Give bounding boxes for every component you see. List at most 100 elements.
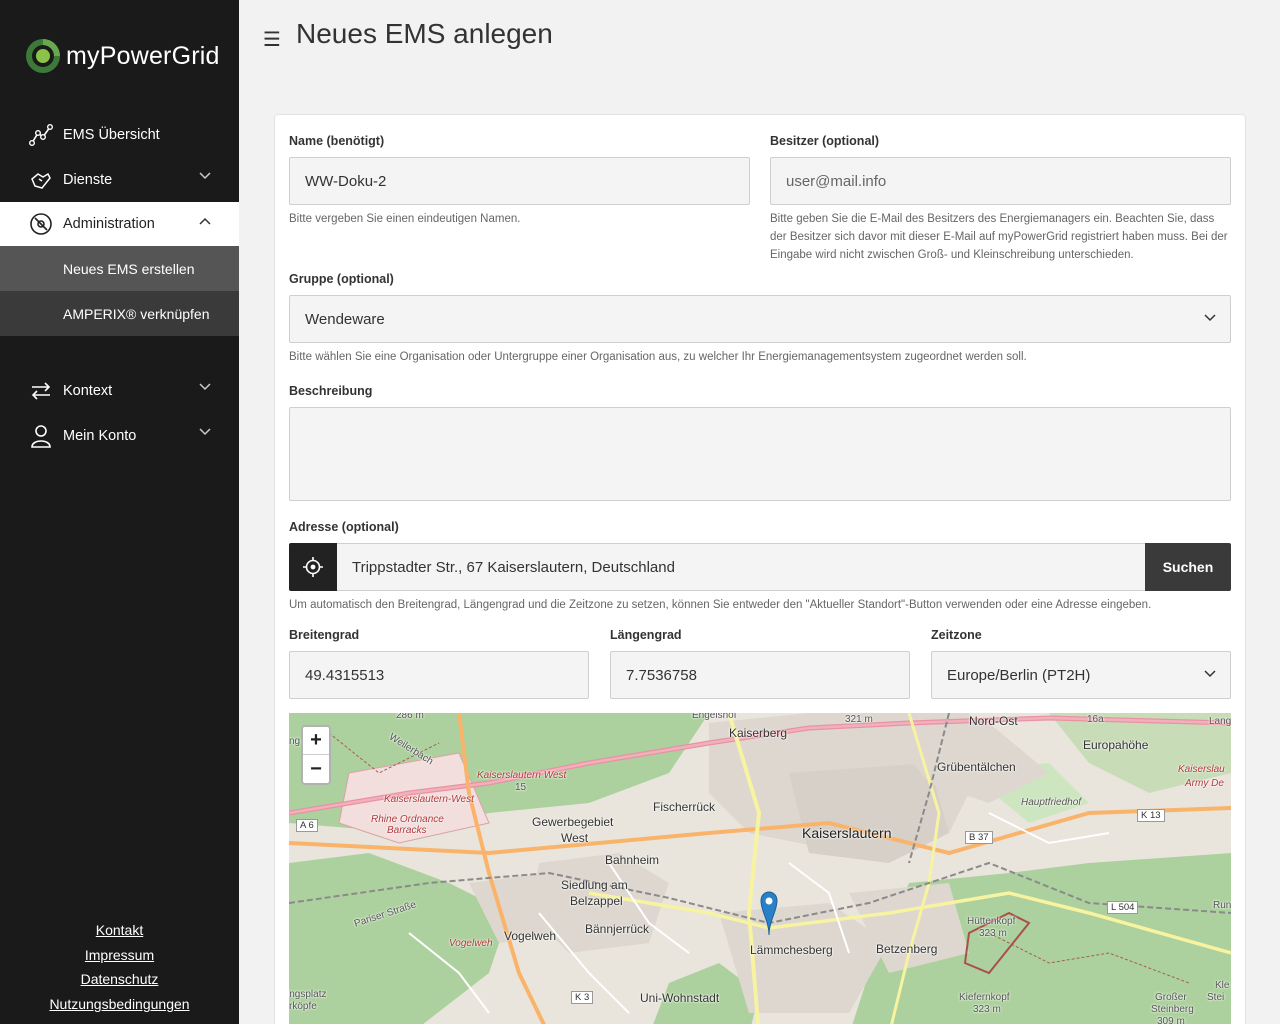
map-label: Vogelweh bbox=[504, 929, 557, 943]
address-hint: Um automatisch den Breitengrad, Längengr… bbox=[289, 599, 1152, 611]
map-label: Lang bbox=[1209, 716, 1231, 727]
brand-name: myPowerGrid bbox=[66, 41, 220, 70]
owner-label: Besitzer (optional) bbox=[770, 134, 880, 148]
map-label: Hauptfriedhof bbox=[1021, 797, 1082, 808]
description-label: Beschreibung bbox=[289, 384, 373, 398]
map-label: Stei bbox=[1207, 992, 1225, 1003]
nav-dienste[interactable]: Dienste bbox=[0, 157, 239, 202]
link-datenschutz[interactable]: Datenschutz bbox=[0, 969, 239, 994]
timezone-selected-value: Europe/Berlin (PT2H) bbox=[947, 666, 1091, 684]
timezone-label: Zeitzone bbox=[931, 628, 982, 642]
map-label: 321 m bbox=[845, 714, 873, 725]
sidebar-footer: Kontakt Impressum Datenschutz Nutzungsbe… bbox=[0, 920, 239, 1019]
map-label: Bahnheim bbox=[605, 853, 660, 867]
map-label: ingsplatz bbox=[289, 989, 327, 1000]
map-label: Kaiserslautern-West bbox=[384, 794, 474, 805]
group-select[interactable]: Wendeware bbox=[289, 295, 1231, 343]
address-label: Adresse (optional) bbox=[289, 520, 399, 534]
map-label: Kiefernkopf bbox=[959, 992, 1010, 1003]
current-location-button[interactable] bbox=[289, 543, 337, 591]
map-label: Belzappel bbox=[570, 894, 623, 908]
hand-service-icon bbox=[28, 167, 54, 193]
crosshair-icon bbox=[303, 557, 323, 577]
map-label: Steinberg bbox=[1151, 1004, 1194, 1015]
link-nutzungsbedingungen[interactable]: Nutzungsbedingungen bbox=[0, 994, 239, 1019]
map-zoom-control: + − bbox=[301, 725, 331, 785]
chevron-down-icon bbox=[1204, 670, 1216, 678]
user-icon bbox=[28, 423, 54, 449]
map-label: Grübentälchen bbox=[937, 760, 1016, 774]
map-label: Kaiserslautern West bbox=[477, 770, 567, 781]
map-label: rköpfe bbox=[289, 1001, 317, 1012]
zoom-out-button[interactable]: − bbox=[303, 755, 329, 783]
map-label: Kaiserberg bbox=[729, 726, 788, 740]
description-textarea[interactable] bbox=[289, 407, 1231, 501]
nav-label: Dienste bbox=[63, 171, 113, 188]
owner-hint: Bitte geben Sie die E-Mail des Besitzers… bbox=[770, 213, 1228, 261]
map-label: Barracks bbox=[387, 825, 427, 836]
road-shield: K 13 bbox=[1137, 809, 1165, 822]
group-hint: Bitte wählen Sie eine Organisation oder … bbox=[289, 351, 1027, 363]
nav-amperix-verknuepfen[interactable]: AMPERIX® verknüpfen bbox=[0, 291, 239, 336]
nav-label: Mein Konto bbox=[63, 427, 137, 444]
nav-neues-ems-erstellen[interactable]: Neues EMS erstellen bbox=[0, 246, 239, 291]
group-label: Gruppe (optional) bbox=[289, 272, 394, 286]
map-label: Run bbox=[1213, 900, 1231, 911]
map-label: Lämmchesberg bbox=[750, 943, 833, 957]
compass-icon bbox=[28, 211, 54, 237]
chevron-down-icon bbox=[199, 428, 211, 436]
nav-label: Kontext bbox=[63, 382, 113, 399]
map-label: 309 m bbox=[1157, 1016, 1185, 1024]
road-shield: B 37 bbox=[965, 831, 993, 844]
nav-ems-overview[interactable]: EMS Übersicht bbox=[0, 112, 239, 157]
arrows-swap-icon bbox=[28, 378, 54, 404]
map-label: Army De bbox=[1185, 778, 1224, 789]
chart-line-icon bbox=[28, 122, 54, 148]
ems-form-card: Name (benötigt) WW-Doku-2 Bitte vergeben… bbox=[274, 114, 1246, 1024]
address-input[interactable]: Trippstadter Str., 67 Kaiserslautern, De… bbox=[337, 543, 1145, 591]
map-label: Hüttenkopf bbox=[967, 916, 1016, 927]
logo-icon bbox=[26, 39, 60, 73]
map-label: Nord-Ost bbox=[969, 714, 1018, 728]
zoom-in-button[interactable]: + bbox=[303, 727, 329, 755]
map-label: ng bbox=[289, 736, 301, 747]
hamburger-menu-icon[interactable]: ☰ bbox=[263, 27, 281, 52]
map-label: Gewerbegebiet bbox=[532, 815, 614, 829]
map-label: West bbox=[561, 831, 589, 845]
map-label: 16a bbox=[1087, 714, 1104, 725]
link-kontakt[interactable]: Kontakt bbox=[0, 920, 239, 945]
map-label: Großer bbox=[1155, 992, 1187, 1003]
nav-label: EMS Übersicht bbox=[63, 126, 160, 143]
map-label: Europahöhe bbox=[1083, 738, 1149, 752]
page-header: ☰ Neues EMS anlegen bbox=[239, 0, 1280, 80]
map-label: Kaiserslautern bbox=[802, 825, 892, 841]
longitude-input[interactable]: 7.7536758 bbox=[610, 651, 910, 699]
map-label: 323 m bbox=[973, 1004, 1001, 1015]
latitude-input[interactable]: 49.4315513 bbox=[289, 651, 589, 699]
map-label: Bännjerrück bbox=[585, 922, 650, 936]
map-label: Kle bbox=[1215, 980, 1230, 991]
map-label: Uni-Wohnstadt bbox=[640, 991, 720, 1005]
link-impressum[interactable]: Impressum bbox=[0, 945, 239, 970]
longitude-label: Längengrad bbox=[610, 628, 682, 642]
location-map[interactable]: + − Kaiserslautern Kaiserberg Fischerrüc… bbox=[289, 713, 1231, 1024]
timezone-select[interactable]: Europe/Berlin (PT2H) bbox=[931, 651, 1231, 699]
name-hint: Bitte vergeben Sie einen eindeutigen Nam… bbox=[289, 213, 521, 225]
nav-kontext[interactable]: Kontext bbox=[0, 368, 239, 413]
sidebar: myPowerGrid EMS Übersicht Dienste Admini… bbox=[0, 0, 239, 1024]
road-shield: L 504 bbox=[1107, 901, 1139, 914]
map-label: 286 m bbox=[396, 713, 424, 721]
nav-mein-konto[interactable]: Mein Konto bbox=[0, 413, 239, 458]
name-input[interactable]: WW-Doku-2 bbox=[289, 157, 750, 205]
brand-logo[interactable]: myPowerGrid bbox=[24, 36, 220, 76]
owner-email-input[interactable]: user@mail.info bbox=[770, 157, 1231, 205]
map-label: Kaiserslau bbox=[1178, 764, 1225, 775]
search-button[interactable]: Suchen bbox=[1145, 543, 1231, 591]
map-label: 323 m bbox=[979, 928, 1007, 939]
map-label: Vogelweh bbox=[449, 938, 493, 949]
nav-administration[interactable]: Administration bbox=[0, 202, 239, 246]
chevron-down-icon bbox=[199, 172, 211, 180]
map-label: Engelshof bbox=[692, 713, 737, 721]
map-label: Betzenberg bbox=[876, 942, 938, 956]
map-label: Rhine Ordnance bbox=[371, 814, 444, 825]
